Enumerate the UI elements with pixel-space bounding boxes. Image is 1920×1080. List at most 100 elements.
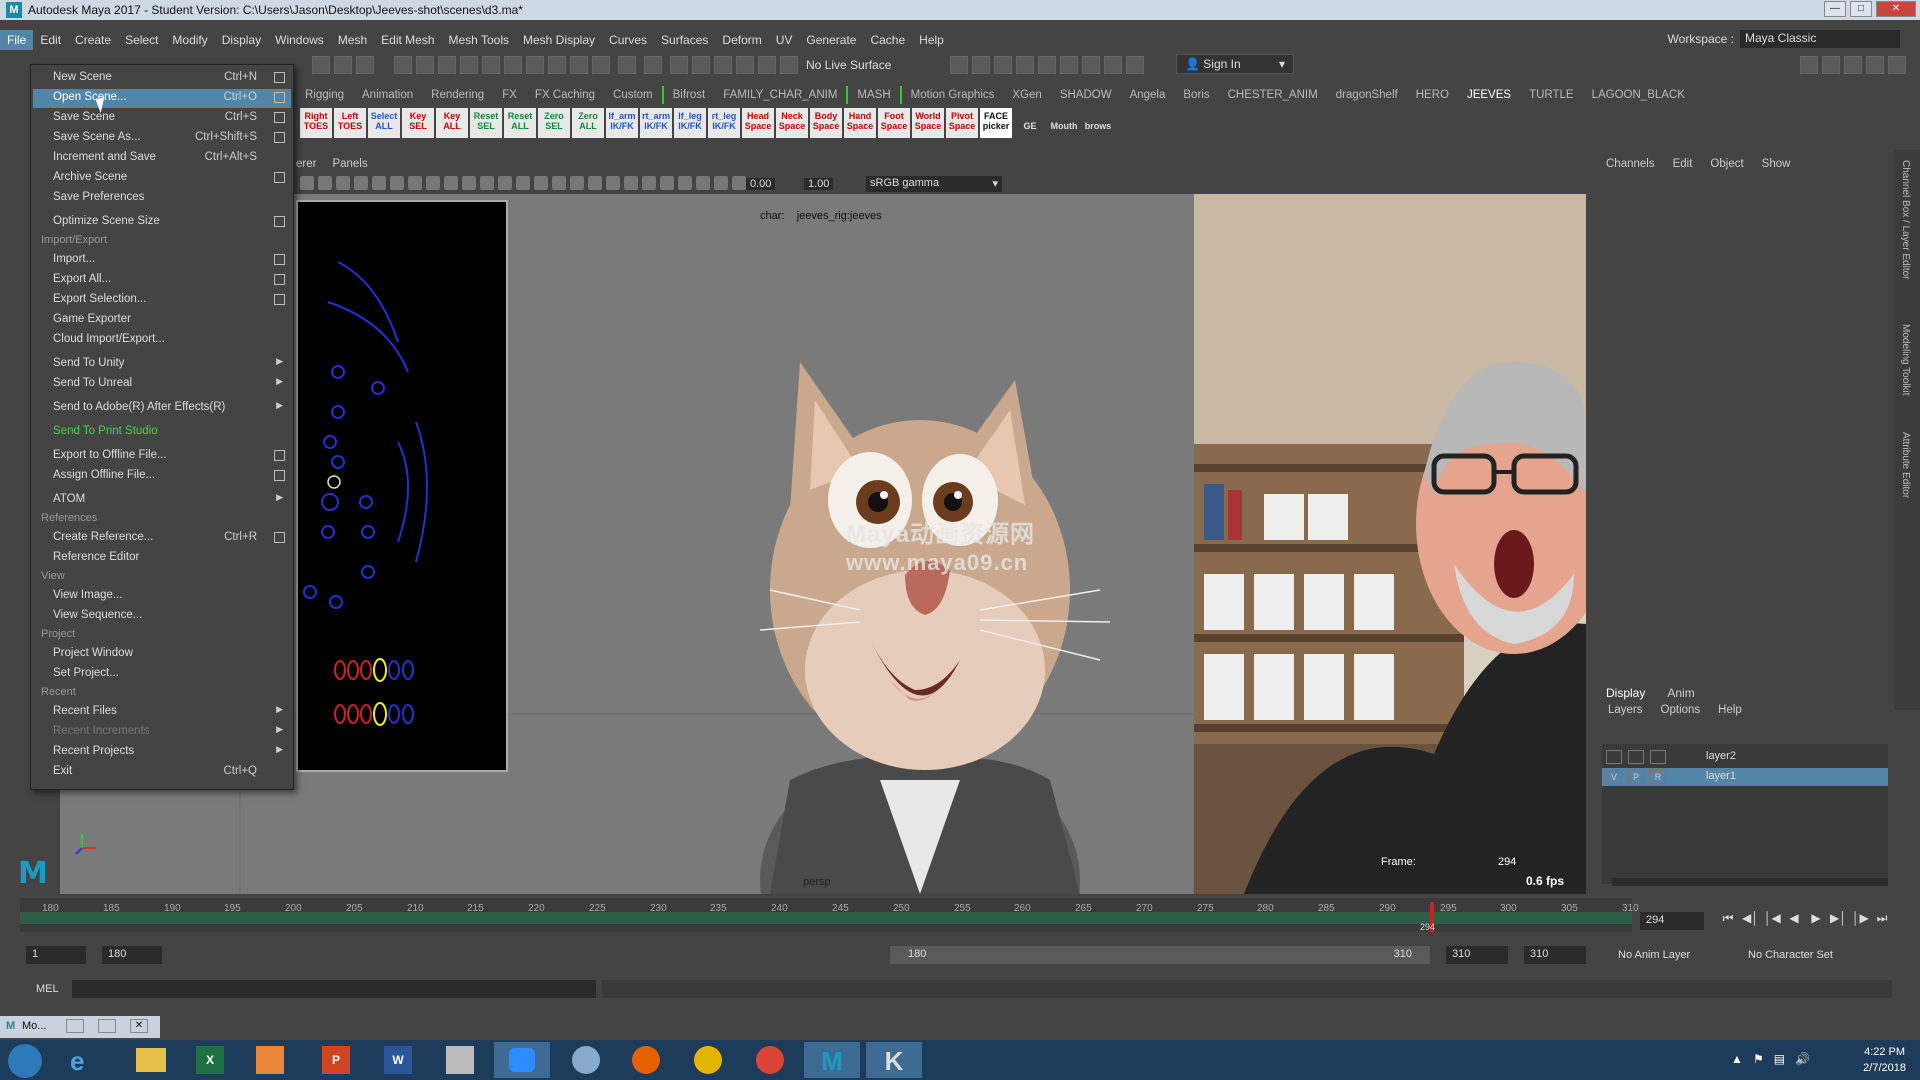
viewport-tool-icon[interactable]	[354, 176, 368, 190]
file-menu-item-send-to-print-studio[interactable]: Send To Print Studio	[33, 423, 291, 442]
maya-app-button[interactable]: M	[804, 1042, 860, 1078]
viewport-tool-icon[interactable]	[300, 176, 314, 190]
menu-mesh-tools[interactable]: Mesh Tools	[442, 30, 516, 50]
viewport-tool-icon[interactable]	[660, 176, 674, 190]
visibility-toggle[interactable]: V	[1606, 770, 1622, 784]
layer-menu-layers[interactable]: Layers	[1608, 704, 1643, 716]
file-menu-item-export-to-offline-file[interactable]: Export to Offline File...	[33, 447, 291, 466]
panel-menu-panels[interactable]: Panels	[332, 158, 367, 170]
shelf-button-ge[interactable]: GE	[1014, 108, 1046, 138]
shelf-button-key-sel[interactable]: Key SEL	[402, 108, 434, 138]
viewport-tool-icon[interactable]	[444, 176, 458, 190]
play-forward-icon[interactable]: ▶	[1808, 910, 1824, 926]
tool-icon[interactable]	[1822, 56, 1840, 74]
shelf-button-pivot-space[interactable]: Pivot Space	[946, 108, 978, 138]
maximize-icon[interactable]	[98, 1019, 116, 1033]
viewport-tool-icon[interactable]	[516, 176, 530, 190]
menu-uv[interactable]: UV	[769, 30, 800, 50]
shelf-button-zero-sel[interactable]: Zero SEL	[538, 108, 570, 138]
menu-modify[interactable]: Modify	[165, 30, 214, 50]
menu-cache[interactable]: Cache	[863, 30, 912, 50]
cb-menu-show[interactable]: Show	[1762, 158, 1791, 170]
file-menu-item-view-image[interactable]: View Image...	[33, 587, 291, 606]
live-surface-label[interactable]: No Live Surface	[806, 58, 891, 72]
shelf-button-rt-arm-ik-fk[interactable]: rt_arm IK/FK	[640, 108, 672, 138]
shelf-tab-animation[interactable]: Animation	[353, 86, 422, 104]
tool-icon[interactable]	[312, 56, 330, 74]
tab-attribute-editor[interactable]: Attribute Editor	[1900, 432, 1911, 498]
word-icon[interactable]: W	[384, 1046, 412, 1074]
tool-icon[interactable]	[592, 56, 610, 74]
viewport-tool-icon[interactable]	[498, 176, 512, 190]
menu-curves[interactable]: Curves	[602, 30, 654, 50]
file-menu-item-project-window[interactable]: Project Window	[33, 645, 291, 664]
option-box-icon[interactable]	[274, 532, 285, 543]
anim-layer-dropdown[interactable]: No Anim Layer	[1618, 949, 1690, 961]
shelf-tab-angela[interactable]: Angela	[1121, 86, 1175, 104]
colorspace-dropdown[interactable]: sRGB gamma ▾	[866, 176, 1002, 192]
file-menu-item-open-scene[interactable]: Open Scene... Ctrl+O	[33, 89, 291, 108]
minimize-button[interactable]: —	[1824, 1, 1846, 17]
close-icon[interactable]: ✕	[130, 1019, 148, 1033]
shelf-tab-chester-anim[interactable]: CHESTER_ANIM	[1219, 86, 1327, 104]
file-menu-item-archive-scene[interactable]: Archive Scene	[33, 169, 291, 188]
viewport-tool-icon[interactable]	[714, 176, 728, 190]
shelf-button-zero-all[interactable]: Zero ALL	[572, 108, 604, 138]
cb-menu-object[interactable]: Object	[1710, 158, 1743, 170]
file-menu-item-send-to-unity[interactable]: Send To Unity ▶	[33, 355, 291, 374]
tool-icon[interactable]	[1038, 56, 1056, 74]
file-menu-item-save-scene[interactable]: Save Scene Ctrl+S	[33, 109, 291, 128]
shelf-tab-motion-graphics[interactable]: Motion Graphics	[899, 86, 1004, 104]
shelf-tab-dragonshelf[interactable]: dragonShelf	[1327, 86, 1407, 104]
viewport-tool-icon[interactable]	[534, 176, 548, 190]
shelf-tab-rigging[interactable]: Rigging	[296, 86, 353, 104]
shelf-button-mouth[interactable]: Mouth	[1048, 108, 1080, 138]
option-box-icon[interactable]	[274, 92, 285, 103]
viewport-tool-icon[interactable]	[678, 176, 692, 190]
step-back-key-icon[interactable]: │◀	[1764, 910, 1781, 926]
viewport-tool-icon[interactable]	[732, 176, 746, 190]
shelf-tab-rendering[interactable]: Rendering	[422, 86, 493, 104]
file-menu-item-export-selection[interactable]: Export Selection...	[33, 291, 291, 310]
exposure-field[interactable]: 0.00	[746, 178, 776, 190]
shelf-tab-xgen[interactable]: XGen	[1003, 86, 1050, 104]
playback-start-field[interactable]: 180	[102, 946, 162, 964]
shelf-tab-jeeves[interactable]: JEEVES	[1458, 86, 1520, 104]
tool-icon[interactable]	[1104, 56, 1122, 74]
shelf-button-reset-all[interactable]: Reset ALL	[504, 108, 536, 138]
file-menu-item-save-preferences[interactable]: Save Preferences	[33, 189, 291, 208]
playback-toggle[interactable]: P	[1628, 770, 1644, 784]
tool-icon[interactable]	[356, 56, 374, 74]
tool-icon[interactable]	[570, 56, 588, 74]
shelf-button-world-space[interactable]: World Space	[912, 108, 944, 138]
shelf-button-neck-space[interactable]: Neck Space	[776, 108, 808, 138]
restore-icon[interactable]	[66, 1019, 84, 1033]
menu-surfaces[interactable]: Surfaces	[654, 30, 715, 50]
firefox-icon[interactable]	[632, 1046, 660, 1074]
file-menu-item-optimize-scene-size[interactable]: Optimize Scene Size	[33, 213, 291, 232]
reference-toggle[interactable]: R	[1650, 770, 1666, 784]
viewport-tool-icon[interactable]	[372, 176, 386, 190]
tool-icon[interactable]	[972, 56, 990, 74]
menu-create[interactable]: Create	[68, 30, 118, 50]
viewport-tool-icon[interactable]	[552, 176, 566, 190]
viewport-tool-icon[interactable]	[606, 176, 620, 190]
file-menu-item-assign-offline-file[interactable]: Assign Offline File...	[33, 467, 291, 486]
gamma-field[interactable]: 1.00	[804, 178, 834, 190]
tool-icon[interactable]	[1888, 56, 1906, 74]
tool-icon[interactable]	[1866, 56, 1884, 74]
option-box-icon[interactable]	[274, 112, 285, 123]
character-set-dropdown[interactable]: No Character Set	[1748, 949, 1833, 961]
shelf-button-hand-space[interactable]: Hand Space	[844, 108, 876, 138]
step-back-icon[interactable]: ◀│	[1742, 910, 1759, 926]
shelf-button-foot-space[interactable]: Foot Space	[878, 108, 910, 138]
face-picker-panel[interactable]	[296, 200, 508, 772]
file-menu-item-export-all[interactable]: Export All...	[33, 271, 291, 290]
shelf-tab-custom[interactable]: Custom	[604, 86, 662, 104]
menu-windows[interactable]: Windows	[268, 30, 331, 50]
shelf-button-brows[interactable]: brows	[1082, 108, 1114, 138]
tab-channel-box[interactable]: Channel Box / Layer Editor	[1900, 160, 1911, 280]
tool-icon[interactable]	[1016, 56, 1034, 74]
command-language-label[interactable]: MEL	[36, 983, 59, 995]
tray-network-icon[interactable]: ▤	[1774, 1052, 1785, 1066]
